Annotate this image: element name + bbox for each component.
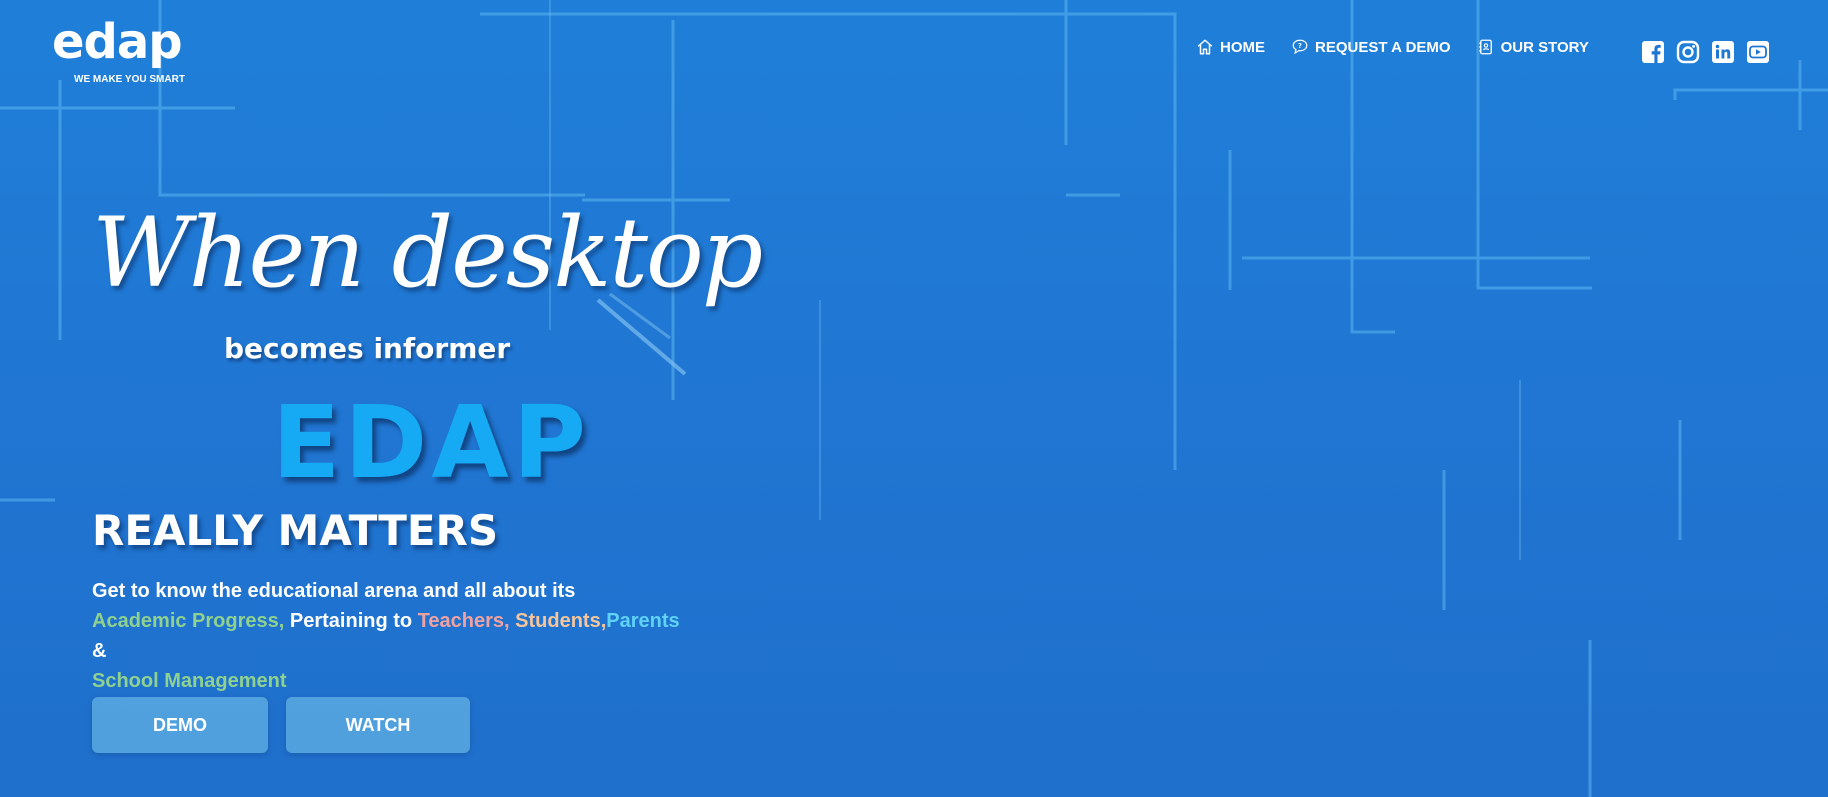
logo-tagline: WE MAKE YOU SMART	[74, 74, 185, 85]
linkedin-icon[interactable]	[1711, 40, 1735, 64]
hero-headline: REALLY MATTERS	[92, 506, 499, 555]
hero-subline: becomes informer	[224, 332, 511, 365]
edap-logo[interactable]: edap WE MAKE YOU SMART	[52, 16, 212, 86]
description-line-2: Academic Progress, Pertaining to Teacher…	[92, 606, 692, 666]
demo-button[interactable]: DEMO	[92, 697, 268, 753]
hero-brand: EDAP	[272, 384, 591, 501]
chat-bubble-icon: ?	[1292, 39, 1308, 55]
teachers-text: Teachers,	[417, 610, 510, 632]
ampersand-text: &	[92, 640, 107, 662]
hero-description: Get to know the educational arena and al…	[92, 576, 692, 696]
nav-our-story[interactable]: OUR STORY	[1477, 38, 1589, 56]
decorative-swash	[596, 292, 687, 376]
academic-progress-text: Academic Progress,	[92, 610, 285, 632]
students-text: Students,	[509, 610, 607, 632]
main-nav: HOME ? REQUEST A DEMO OUR STORY	[1196, 38, 1589, 56]
pertaining-text: Pertaining to	[284, 610, 418, 632]
school-management-text: School Management	[92, 670, 287, 692]
watch-button[interactable]: WATCH	[286, 697, 470, 753]
parents-text: Parents	[606, 610, 680, 632]
contact-book-icon	[1478, 39, 1492, 55]
svg-text:?: ?	[1298, 42, 1302, 50]
landing-page: edap WE MAKE YOU SMART HOME ? REQUEST A …	[0, 0, 1828, 797]
home-icon	[1197, 39, 1213, 55]
social-links	[1641, 40, 1770, 64]
instagram-icon[interactable]	[1676, 40, 1700, 64]
description-intro: Get to know the educational arena and al…	[92, 580, 576, 602]
logo-wordmark: edap	[52, 14, 183, 70]
nav-home-label: HOME	[1220, 38, 1265, 56]
nav-request-demo[interactable]: ? REQUEST A DEMO	[1291, 38, 1451, 56]
nav-home[interactable]: HOME	[1196, 38, 1265, 56]
nav-request-demo-label: REQUEST A DEMO	[1315, 38, 1451, 56]
youtube-icon[interactable]	[1746, 40, 1770, 64]
nav-our-story-label: OUR STORY	[1500, 38, 1589, 56]
facebook-icon[interactable]	[1641, 40, 1665, 64]
